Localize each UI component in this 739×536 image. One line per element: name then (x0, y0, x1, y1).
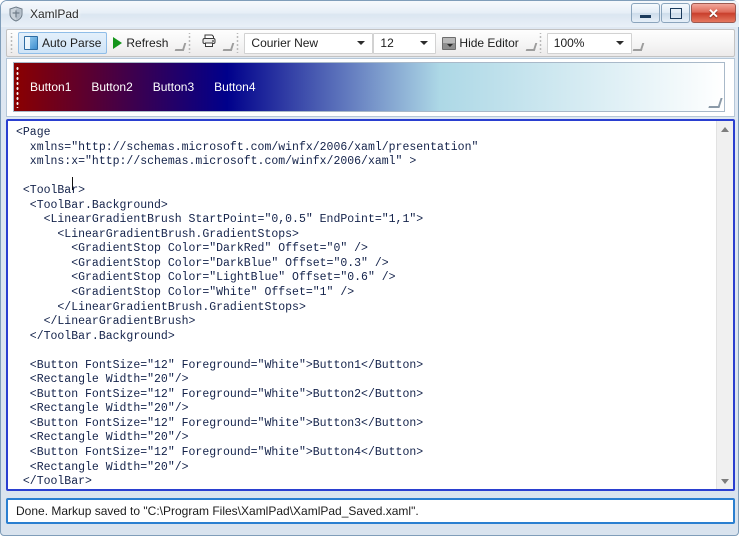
font-size-combo[interactable]: 12 (373, 32, 437, 54)
refresh-label: Refresh (126, 36, 169, 50)
code-text-area[interactable]: <Page xmlns="http://schemas.microsoft.co… (8, 121, 716, 489)
shield-icon (8, 6, 24, 22)
xaml-preview-pane: Button1 Button2 Button3 Button4 (6, 58, 735, 117)
text-caret (72, 177, 73, 190)
font-family-value: Courier New (251, 36, 319, 50)
minimize-button[interactable] (631, 3, 660, 23)
toolbar-grip-2[interactable] (187, 33, 195, 53)
chevron-down-icon-3 (615, 41, 624, 45)
title-bar: XamlPad ✕ (1, 1, 739, 27)
rendered-toolbar-grip[interactable] (16, 66, 22, 108)
preview-button-3[interactable]: Button3 (153, 80, 194, 94)
window-controls: ✕ (631, 3, 736, 23)
editor-vertical-scrollbar[interactable] (716, 121, 733, 489)
chevron-down-icon (357, 41, 366, 45)
maximize-button[interactable] (661, 3, 690, 23)
print-button[interactable] (196, 32, 222, 54)
toolbar-overflow-3[interactable] (525, 32, 536, 54)
zoom-value: 100% (553, 36, 585, 50)
auto-parse-icon (24, 36, 38, 50)
hide-editor-label: Hide Editor (459, 36, 519, 50)
app-toolbar: Auto Parse Refresh Courier New 12 Hide E… (6, 29, 735, 57)
scroll-down-button[interactable] (717, 473, 733, 489)
close-icon: ✕ (708, 5, 719, 21)
toolbar-grip[interactable] (9, 33, 16, 53)
chevron-down-icon-2 (420, 41, 429, 45)
window-title: XamlPad (30, 7, 79, 21)
maximize-icon (669, 7, 682, 19)
app-window: XamlPad ✕ Auto Parse Refresh Courier New… (0, 0, 739, 536)
preview-toolbar-overflow[interactable] (708, 98, 723, 108)
font-size-value: 12 (380, 36, 394, 50)
preview-button-4[interactable]: Button4 (214, 80, 255, 94)
play-icon (113, 37, 123, 49)
printer-icon (201, 33, 218, 53)
status-message: Done. Markup saved to "C:\Program Files\… (16, 504, 419, 518)
auto-parse-button[interactable]: Auto Parse (18, 32, 108, 54)
scroll-up-button[interactable] (717, 121, 733, 137)
preview-button-1[interactable]: Button1 (30, 80, 71, 94)
auto-parse-label: Auto Parse (42, 36, 102, 50)
minimize-icon (640, 14, 651, 18)
refresh-button[interactable]: Refresh (107, 32, 174, 54)
rendered-toolbar: Button1 Button2 Button3 Button4 (13, 62, 725, 112)
toolbar-grip-3[interactable] (235, 33, 243, 53)
chevron-down-icon-4 (721, 478, 729, 484)
code-editor: <Page xmlns="http://schemas.microsoft.co… (6, 119, 735, 491)
zoom-combo[interactable]: 100% (546, 32, 632, 54)
close-button[interactable]: ✕ (691, 3, 736, 23)
xaml-source: <Page xmlns="http://schemas.microsoft.co… (16, 126, 479, 489)
hide-editor-icon (442, 36, 457, 50)
toolbar-overflow-4[interactable] (632, 32, 643, 54)
preview-button-2[interactable]: Button2 (91, 80, 132, 94)
toolbar-overflow-1[interactable] (174, 32, 185, 54)
status-bar: Done. Markup saved to "C:\Program Files\… (6, 498, 735, 524)
font-family-combo[interactable]: Courier New (244, 32, 374, 54)
chevron-up-icon (721, 126, 729, 132)
toolbar-grip-4[interactable] (537, 33, 545, 53)
toolbar-overflow-2[interactable] (222, 32, 233, 54)
hide-editor-button[interactable]: Hide Editor (436, 32, 524, 54)
